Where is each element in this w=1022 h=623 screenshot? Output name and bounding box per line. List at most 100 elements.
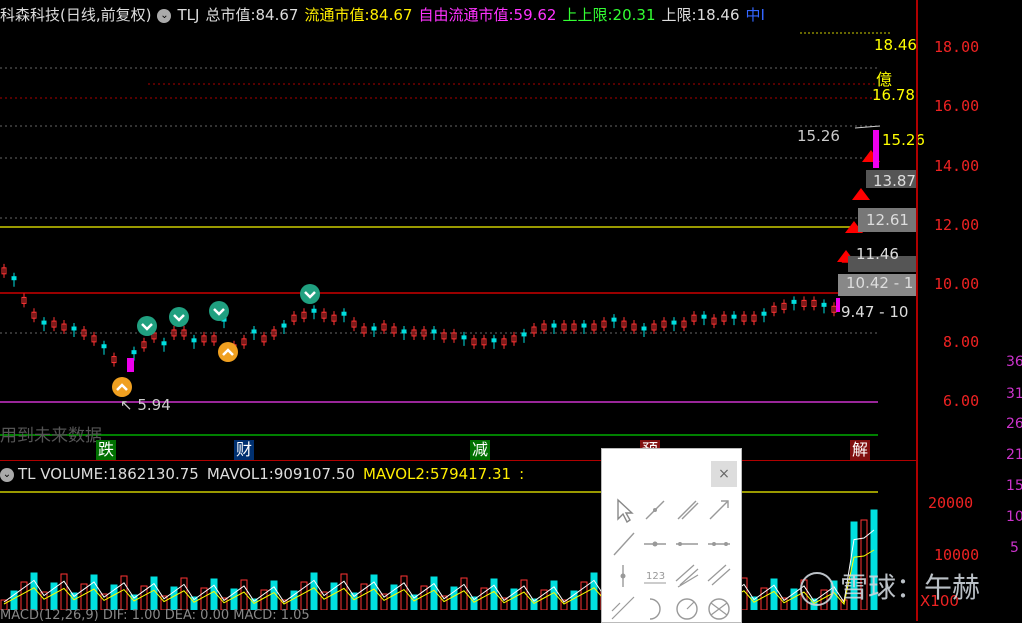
buy-signal-icon[interactable]: [112, 377, 132, 397]
sell-signal-icon[interactable]: [300, 284, 320, 304]
price-tick: 16.00: [934, 97, 980, 115]
price-tick: 18.00: [934, 38, 980, 56]
volume-cut: :: [519, 465, 525, 483]
price-tick: 8.00: [943, 333, 980, 351]
volume-bar: [340, 573, 348, 610]
arc-icon[interactable]: [640, 593, 670, 623]
buy-signal-icon[interactable]: [218, 342, 238, 362]
price-label-1387: 13.87: [873, 172, 916, 190]
event-label-drop[interactable]: 跌: [96, 440, 117, 460]
price-label-1261: 12.61: [866, 211, 909, 229]
cut-axis-label: 36: [1006, 354, 1022, 370]
price-label-tool-icon[interactable]: 123: [640, 561, 670, 591]
horizontal-line-icon[interactable]: [672, 529, 702, 559]
price-label-1526-right: 15.26: [882, 131, 925, 149]
price-tick: 14.00: [934, 157, 980, 175]
volume-bar: [430, 576, 438, 610]
horizontal-ray-icon[interactable]: [704, 529, 734, 559]
low-price-value: 5.94: [137, 396, 171, 414]
sell-signal-icon[interactable]: [169, 307, 189, 327]
float-mv-value: 84.67: [369, 6, 413, 24]
volume-bar: [150, 576, 158, 610]
ray-line-icon[interactable]: [672, 495, 702, 525]
cut-text: 中I: [745, 6, 765, 24]
circle-tool-icon[interactable]: [672, 593, 702, 623]
price-gridlines: [0, 32, 916, 436]
volume-value: 1862130.75: [108, 465, 199, 483]
volume-tick: 20000: [928, 494, 974, 512]
watermark-text: 雪球：午赫: [840, 571, 981, 604]
cut-axis-label: 31: [1006, 386, 1022, 402]
event-label-unlock[interactable]: 解: [850, 440, 871, 460]
price-label-947: 9.47 - 10: [841, 303, 909, 321]
close-icon[interactable]: ×: [711, 461, 737, 487]
price-label-1678: 16.78: [872, 86, 915, 104]
mavol2-label: MAVOL2:: [362, 465, 430, 483]
volume-bar: [30, 572, 38, 610]
parallel-lines-icon[interactable]: [704, 561, 734, 591]
candlestick-series: [1, 263, 837, 394]
chevron-down-icon[interactable]: ⌄: [0, 467, 14, 482]
volume-bar: [590, 572, 598, 610]
low-price-label: ↖ 5.94: [120, 396, 171, 414]
volume-chart[interactable]: [0, 486, 916, 610]
cycle-tool-icon[interactable]: [704, 593, 734, 623]
watermark: 雪球：午赫: [800, 566, 980, 606]
chevron-down-icon[interactable]: ⌄: [157, 8, 172, 23]
price-label-1846: 18.46: [874, 36, 917, 54]
price-tick: 10.00: [934, 275, 980, 293]
chart-header: 科森科技(日线,前复权) ⌄ TLJ 总市值:84.67 流通市值:84.67 自由流通市…: [0, 0, 916, 30]
volume-bar: [90, 574, 98, 610]
total-mv-value: 84.67: [255, 6, 299, 24]
event-label-finance[interactable]: 财: [234, 440, 255, 460]
volume-tick: 10000: [934, 546, 980, 564]
sell-signal-icon[interactable]: [137, 316, 157, 336]
volume-label[interactable]: TL VOLUME:: [18, 465, 108, 483]
up-limit-label: 上上限:: [562, 6, 613, 24]
mavol2-value: 579417.31: [429, 465, 512, 483]
volume-header: ⌄ TL VOLUME:1862130.75 MAVOL1:909107.50 MAV…: [0, 462, 916, 486]
signal-markers: [112, 150, 880, 397]
snowball-logo-icon: [800, 572, 834, 606]
future-data-notice: 用到未来数据: [0, 426, 102, 446]
price-label-1042: 10.42 - 1: [846, 274, 914, 292]
cut-axis-label: 15: [1006, 478, 1022, 494]
price-label-1146: 11.46: [856, 245, 899, 263]
volume-bar: [460, 577, 468, 610]
volume-bar: [310, 572, 318, 610]
up-arrow-icon: [852, 188, 870, 200]
indicator-code[interactable]: TLJ: [177, 6, 199, 24]
cut-axis-label: 5: [1010, 540, 1019, 556]
volume-bar: [370, 574, 378, 610]
svg-text:123: 123: [646, 571, 665, 582]
up-limit-value: 20.31: [612, 6, 656, 24]
extended-line-icon[interactable]: [608, 593, 638, 623]
volume-bar: [120, 575, 128, 610]
cut-axis-label: 21: [1006, 447, 1022, 463]
price-label-1526-left: 15.26: [797, 127, 840, 145]
event-label-reduce[interactable]: 减: [470, 440, 491, 460]
cut-axis-label: 26: [1006, 416, 1022, 432]
vertical-line-icon[interactable]: [608, 561, 638, 591]
total-mv-label: 总市值:: [205, 6, 256, 24]
trend-line-icon[interactable]: [608, 529, 638, 559]
float-mv-label: 流通市值:: [304, 6, 370, 24]
free-mv-label: 自由流通市值:: [418, 6, 514, 24]
volume-bar: [400, 575, 408, 610]
segment-line-icon[interactable]: [640, 495, 670, 525]
price-tick: 6.00: [943, 392, 980, 410]
panel-divider: [0, 460, 916, 461]
horizontal-segment-icon[interactable]: [640, 529, 670, 559]
arrow-line-icon[interactable]: [704, 495, 734, 525]
mavol1-value: 909107.50: [273, 465, 355, 483]
sell-signal-icon[interactable]: [209, 301, 229, 321]
volume-bar: [180, 577, 188, 610]
parallel-channel-icon[interactable]: [672, 561, 702, 591]
limit-value: 18.46: [696, 6, 740, 24]
mavol1-label: MAVOL1:: [206, 465, 274, 483]
cut-axis-label: 10: [1006, 509, 1022, 525]
axis-divider: [916, 0, 918, 621]
price-tick: 12.00: [934, 216, 980, 234]
drawing-toolbox[interactable]: × 123: [601, 448, 742, 623]
cursor-icon[interactable]: [608, 495, 638, 525]
